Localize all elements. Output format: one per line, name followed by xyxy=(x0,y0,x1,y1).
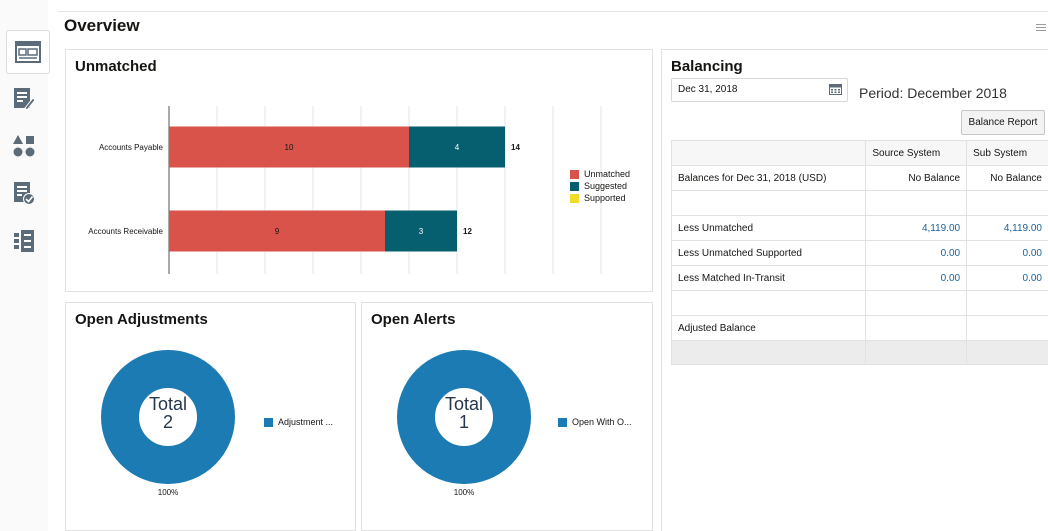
column-header-source: Source System xyxy=(865,140,968,166)
adjustments-total-label: Total xyxy=(148,394,188,414)
footer-cell xyxy=(670,340,867,365)
row-label: Balances for Dec 31, 2018 (USD) xyxy=(670,165,867,191)
table-row: Balances for Dec 31, 2018 (USD) No Balanc… xyxy=(670,165,1048,191)
balance-report-button[interactable]: Balance Report xyxy=(961,110,1045,135)
legend-swatch xyxy=(570,193,579,203)
adjustments-legend-swatch xyxy=(264,417,273,427)
navigation-rail xyxy=(0,0,50,531)
source-system-value xyxy=(865,315,968,341)
legend-item[interactable]: Suggested xyxy=(570,180,630,192)
alerts-total: Total 1 xyxy=(397,395,531,431)
alerts-percent: 100% xyxy=(453,488,475,497)
footer-cell xyxy=(865,340,968,365)
calendar-icon[interactable] xyxy=(829,83,842,95)
open-adjustments-title: Open Adjustments xyxy=(75,311,208,328)
checked-list-icon[interactable] xyxy=(6,175,42,211)
shapes-icon[interactable] xyxy=(6,128,42,164)
dashboard-icon[interactable] xyxy=(6,30,50,74)
open-alerts-title: Open Alerts xyxy=(371,311,456,328)
table-row: Less Matched In-Transit 0.00 0.00 xyxy=(670,265,1048,291)
row-label: Less Matched In-Transit xyxy=(670,265,867,291)
bar-total-label: 12 xyxy=(463,227,472,236)
source-system-value xyxy=(865,190,968,216)
open-adjustments-panel: Open Adjustments Total 2 100% Adjustment… xyxy=(65,302,356,531)
category-label: Accounts Payable xyxy=(99,143,164,152)
sub-system-value[interactable]: 0.00 xyxy=(966,240,1048,266)
table-row: Adjusted Balance xyxy=(670,315,1048,341)
table-row xyxy=(670,190,1048,216)
hamburger-menu-icon[interactable] xyxy=(1036,24,1046,34)
source-system-value xyxy=(865,290,968,316)
column-header-label xyxy=(670,140,867,166)
balancing-panel: Balancing Dec 31, 2018 Period: December … xyxy=(661,49,1048,531)
alerts-donut-chart[interactable]: Total 1 xyxy=(397,350,531,484)
legend-swatch xyxy=(570,169,579,179)
balancing-title: Balancing xyxy=(671,58,743,75)
row-label xyxy=(670,290,867,316)
row-label xyxy=(670,190,867,216)
table-row: Less Unmatched Supported 0.00 0.00 xyxy=(670,240,1048,266)
alerts-legend-label: Open With O... xyxy=(572,417,632,427)
period-label: Period: December 2018 xyxy=(859,85,1007,101)
sub-system-value xyxy=(966,315,1048,341)
adjustments-total: Total 2 xyxy=(101,395,235,431)
unmatched-bar-chart: Accounts Payable 10 4 14 Accounts Receivable… xyxy=(88,106,602,274)
adjustments-total-value: 2 xyxy=(162,412,173,432)
balance-date-value: Dec 31, 2018 xyxy=(678,84,738,95)
table-row xyxy=(670,290,1048,316)
sub-system-value: No Balance xyxy=(966,165,1048,191)
adjustments-percent: 100% xyxy=(157,488,179,497)
category-label: Accounts Receivable xyxy=(88,227,163,236)
legend-swatch xyxy=(570,181,579,191)
unmatched-legend: Unmatched Suggested Supported xyxy=(570,168,630,204)
source-system-value: No Balance xyxy=(865,165,968,191)
legend-label: Unmatched xyxy=(584,169,631,179)
legend-label: Supported xyxy=(584,193,626,203)
footer-cell xyxy=(966,340,1048,365)
row-label: Less Unmatched Supported xyxy=(670,240,867,266)
table-footer-row xyxy=(670,340,1048,365)
page-title: Overview xyxy=(64,16,140,35)
sub-system-value xyxy=(966,290,1048,316)
balancing-table: Source System Sub System Balances for De… xyxy=(670,140,1048,365)
source-system-value[interactable]: 4,119.00 xyxy=(865,215,968,241)
row-label: Less Unmatched xyxy=(670,215,867,241)
sub-system-value xyxy=(966,190,1048,216)
balance-date-input[interactable]: Dec 31, 2018 xyxy=(671,78,848,102)
legend-label: Suggested xyxy=(584,181,628,191)
source-system-value[interactable]: 0.00 xyxy=(865,265,968,291)
legend-item[interactable]: Unmatched xyxy=(570,168,630,180)
alerts-legend-swatch xyxy=(558,417,567,427)
bar-value-label: 3 xyxy=(419,227,424,236)
bar-value-label: 4 xyxy=(455,143,460,152)
adjustments-legend-label: Adjustment ... xyxy=(278,417,334,427)
alerts-total-value: 1 xyxy=(458,412,469,432)
column-header-sub: Sub System xyxy=(966,140,1048,166)
legend-item[interactable]: Supported xyxy=(570,192,630,204)
source-system-value[interactable]: 0.00 xyxy=(865,240,968,266)
row-label: Adjusted Balance xyxy=(670,315,867,341)
bar-total-label: 14 xyxy=(511,143,520,152)
sub-system-value[interactable]: 0.00 xyxy=(966,265,1048,291)
sub-system-value[interactable]: 4,119.00 xyxy=(966,215,1048,241)
alerts-legend[interactable]: Open With O... xyxy=(558,417,632,427)
table-row: Less Unmatched 4,119.00 4,119.00 xyxy=(670,215,1048,241)
open-alerts-panel: Open Alerts Total 1 100% Open With O... xyxy=(361,302,653,531)
adjustments-legend[interactable]: Adjustment ... xyxy=(264,417,333,427)
bar-value-label: 10 xyxy=(285,143,294,152)
balancing-header-row: Source System Sub System xyxy=(670,140,1048,166)
bar-value-label: 9 xyxy=(275,227,280,236)
header-divider xyxy=(58,11,1048,12)
edit-list-icon[interactable] xyxy=(6,80,42,116)
list-details-icon[interactable] xyxy=(6,223,42,259)
adjustments-donut-chart[interactable]: Total 2 xyxy=(101,350,235,484)
alerts-total-label: Total xyxy=(444,394,484,414)
unmatched-panel: Unmatched Accounts Payable 10 4 14 Accounts … xyxy=(65,49,653,292)
